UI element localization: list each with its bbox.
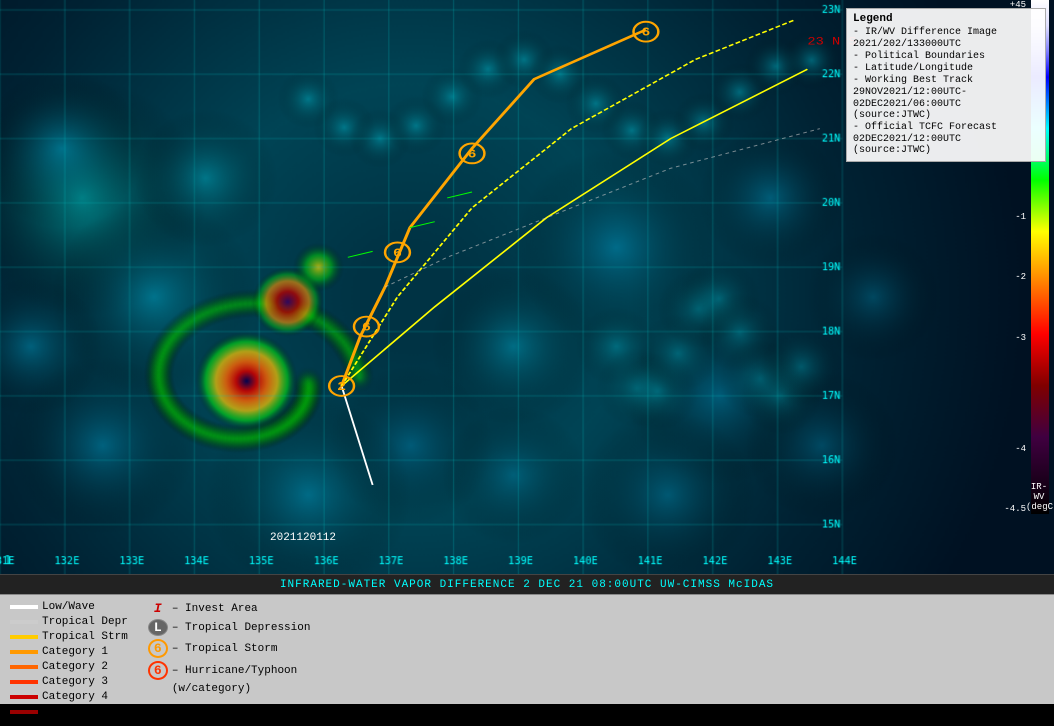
- legend-cat3: Category 3: [10, 676, 128, 688]
- hurricane-label: – Hurricane/Typhoon: [172, 665, 297, 677]
- legend-cat5: Category 5: [10, 706, 128, 718]
- trop-storm-symbol: 6: [148, 639, 168, 658]
- low-wave-swatch: [10, 605, 38, 609]
- symbol-legend: I – Invest Area L – Tropical Depression …: [148, 601, 311, 695]
- hurricane-symbol: 6: [148, 661, 168, 680]
- cat3-label: Category 3: [42, 676, 108, 688]
- trop-strm-swatch: [10, 635, 38, 639]
- symbol-trop-dep: L – Tropical Depression: [148, 619, 311, 636]
- trop-dep-label: – Tropical Depression: [172, 622, 311, 634]
- legend-trop-depr: Tropical Depr: [10, 616, 128, 628]
- trop-depr-label: Tropical Depr: [42, 616, 128, 628]
- symbol-invest: I – Invest Area: [148, 601, 311, 616]
- trop-depr-swatch: [10, 620, 38, 624]
- colorbar-unit: IR-WV(degC): [1026, 482, 1052, 512]
- legend-panel: Legend - IR/WV Difference Image 2021/202…: [846, 8, 1046, 162]
- cat5-label: Category 5: [42, 706, 108, 718]
- trop-dep-symbol: L: [148, 619, 168, 636]
- cat4-label: Category 4: [42, 691, 108, 703]
- bottom-bar-text: INFRARED-WATER VAPOR DIFFERENCE 2 DEC 21…: [280, 579, 774, 591]
- legend-cat1: Category 1: [10, 646, 128, 658]
- symbol-trop-storm: 6 – Tropical Storm: [148, 639, 311, 658]
- legend-title: Legend: [853, 13, 1039, 25]
- legend-lines: - IR/WV Difference Image 2021/202/133000…: [853, 27, 1039, 156]
- symbol-with-cat: (w/category): [148, 683, 311, 695]
- cat4-swatch: [10, 695, 38, 699]
- map-area: 2 6 6 6 6 23 N S... 2021120112: [0, 0, 1054, 574]
- invest-symbol: I: [148, 601, 168, 616]
- cat1-swatch: [10, 650, 38, 654]
- cat1-label: Category 1: [42, 646, 108, 658]
- trop-strm-label: Tropical Strm: [42, 631, 128, 643]
- legend-cat4: Category 4: [10, 691, 128, 703]
- legend-bottom-panel: Low/Wave Tropical Depr Tropical Strm Cat…: [0, 594, 1054, 704]
- cat3-swatch: [10, 680, 38, 684]
- track-color-legend: Low/Wave Tropical Depr Tropical Strm Cat…: [10, 601, 128, 718]
- legend-low-wave: Low/Wave: [10, 601, 128, 613]
- invest-label: – Invest Area: [172, 603, 258, 615]
- low-wave-label: Low/Wave: [42, 601, 95, 613]
- legend-cat2: Category 2: [10, 661, 128, 673]
- timestamp-label: 2021120112: [270, 532, 336, 544]
- with-cat-label: (w/category): [172, 683, 251, 695]
- symbol-hurricane: 6 – Hurricane/Typhoon: [148, 661, 311, 680]
- trop-storm-label: – Tropical Storm: [172, 643, 278, 655]
- bottom-bar: INFRARED-WATER VAPOR DIFFERENCE 2 DEC 21…: [0, 574, 1054, 594]
- cat2-swatch: [10, 665, 38, 669]
- main-container: 2 6 6 6 6 23 N S... 2021120112: [0, 0, 1054, 704]
- legend-trop-strm: Tropical Strm: [10, 631, 128, 643]
- cat5-swatch: [10, 710, 38, 714]
- cat2-label: Category 2: [42, 661, 108, 673]
